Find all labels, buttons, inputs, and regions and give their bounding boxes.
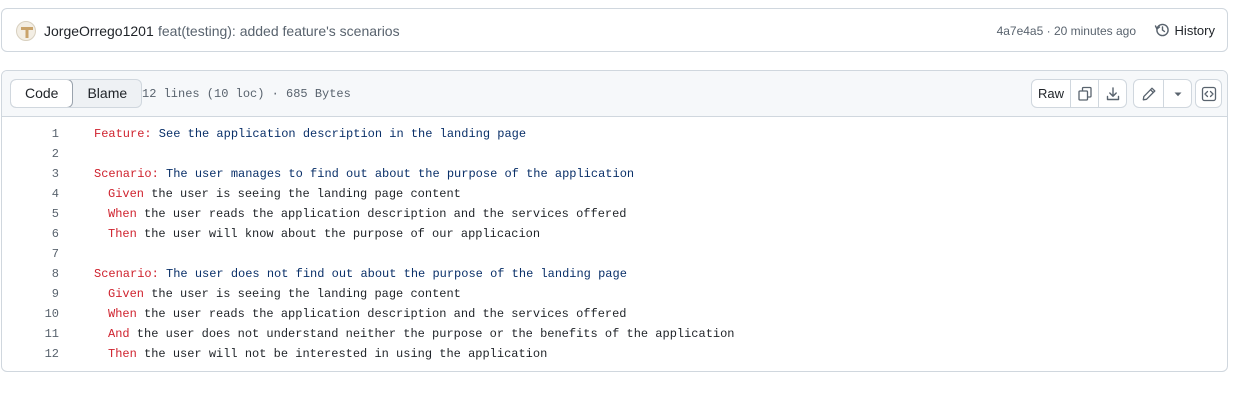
commit-author-link[interactable]: JorgeOrrego1201 xyxy=(44,23,154,39)
commit-message-link[interactable]: feat(testing): added feature's scenarios xyxy=(158,23,400,39)
line-number[interactable]: 5 xyxy=(2,204,59,224)
gherkin-text: the user is seeing the landing page cont… xyxy=(144,187,461,201)
code-line: 5 When the user reads the application des… xyxy=(2,204,1227,224)
code-line: 1 Feature: See the application descriptio… xyxy=(2,124,1227,144)
line-number[interactable]: 9 xyxy=(2,284,59,304)
gherkin-text: See the application description in the l… xyxy=(151,127,527,141)
history-button[interactable]: History xyxy=(1154,22,1215,38)
raw-actions-group: Raw xyxy=(1031,79,1127,108)
history-icon xyxy=(1154,23,1169,37)
download-icon xyxy=(1106,86,1119,100)
tab-code[interactable]: Code xyxy=(11,80,74,107)
code-line: 4 Given the user is seeing the landing pa… xyxy=(2,184,1227,204)
symbols-panel-button[interactable] xyxy=(1195,79,1222,108)
gherkin-text: the user does not understand neither the… xyxy=(129,327,735,341)
file-viewer: Code Blame 12 lines (10 loc) · 685 Bytes… xyxy=(1,70,1228,372)
triangle-down-icon xyxy=(1174,92,1181,96)
code-line: 7 xyxy=(2,244,1227,264)
gherkin-keyword: And xyxy=(108,327,130,341)
code-line: 11 And the user does not understand neith… xyxy=(2,324,1227,344)
gherkin-text: the user will know about the purpose of … xyxy=(136,227,541,241)
gherkin-keyword: When xyxy=(108,207,137,221)
gherkin-keyword: Scenario: xyxy=(94,267,159,281)
view-mode-toggle: Code Blame xyxy=(10,79,143,108)
line-number[interactable]: 8 xyxy=(2,264,59,284)
code-line: 8 Scenario: The user does not find out ab… xyxy=(2,264,1227,284)
code-line-text: Then the user will not be interested in … xyxy=(94,344,547,364)
line-number[interactable]: 6 xyxy=(2,224,59,244)
code-line: 6 Then the user will know about the purpo… xyxy=(2,224,1227,244)
line-number[interactable]: 2 xyxy=(2,144,59,164)
gherkin-keyword: Feature: xyxy=(94,127,152,141)
code-line-text: Then the user will know about the purpos… xyxy=(94,224,540,244)
code-line-text: Scenario: The user does not find out abo… xyxy=(94,264,627,284)
latest-commit-bar: JorgeOrrego1201 feat(testing): added fea… xyxy=(1,8,1228,52)
gherkin-keyword: When xyxy=(108,307,137,321)
code-line-text: Feature: See the application description… xyxy=(94,124,526,144)
code-line-text: And the user does not understand neither… xyxy=(94,324,735,344)
line-number[interactable]: 3 xyxy=(2,164,59,184)
raw-button[interactable]: Raw xyxy=(1032,80,1071,107)
code-line-text: Given the user is seeing the landing pag… xyxy=(94,184,461,204)
gherkin-text: The user does not find out about the pur… xyxy=(158,267,627,281)
code-line-text: Scenario: The user manages to find out a… xyxy=(94,164,634,184)
code-line: 2 xyxy=(2,144,1227,164)
gherkin-keyword: Given xyxy=(108,287,145,301)
copy-raw-button[interactable] xyxy=(1071,80,1099,107)
line-number[interactable]: 1 xyxy=(2,124,59,144)
line-number[interactable]: 12 xyxy=(2,344,59,364)
tab-blame[interactable]: Blame xyxy=(73,80,141,107)
code-line: 3 Scenario: The user manages to find out … xyxy=(2,164,1227,184)
download-button[interactable] xyxy=(1099,80,1126,107)
copy-icon xyxy=(1077,86,1092,101)
line-number[interactable]: 4 xyxy=(2,184,59,204)
gherkin-text: the user reads the application descripti… xyxy=(136,307,627,321)
edit-file-button[interactable] xyxy=(1134,80,1164,107)
code-line-text: When the user reads the application desc… xyxy=(94,204,627,224)
code-line: 9 Given the user is seeing the landing pa… xyxy=(2,284,1227,304)
gherkin-keyword: Given xyxy=(108,187,145,201)
gherkin-text: the user reads the application descripti… xyxy=(136,207,627,221)
code-line: 10 When the user reads the application de… xyxy=(2,304,1227,324)
edit-options-dropdown[interactable] xyxy=(1164,80,1191,107)
gherkin-keyword: Scenario: xyxy=(94,167,159,181)
line-number[interactable]: 11 xyxy=(2,324,59,344)
code-line-text: When the user reads the application desc… xyxy=(94,304,627,324)
author-avatar[interactable] xyxy=(16,21,36,41)
code-view[interactable]: 1 Feature: See the application descriptio… xyxy=(2,124,1227,364)
code-line-text: Given the user is seeing the landing pag… xyxy=(94,284,461,304)
gherkin-keyword: Then xyxy=(108,227,137,241)
gherkin-keyword: Then xyxy=(108,347,137,361)
pencil-icon xyxy=(1142,87,1155,100)
gherkin-text: The user manages to find out about the p… xyxy=(158,167,635,181)
edit-actions-group xyxy=(1133,79,1192,108)
line-number[interactable]: 10 xyxy=(2,304,59,324)
code-square-icon xyxy=(1201,86,1216,101)
code-line: 12 Then the user will not be interested i… xyxy=(2,344,1227,364)
commit-sha-and-time[interactable]: 4a7e4a5 · 20 minutes ago xyxy=(997,24,1136,38)
line-number[interactable]: 7 xyxy=(2,244,59,264)
file-header: Code Blame 12 lines (10 loc) · 685 Bytes… xyxy=(2,71,1227,117)
gherkin-text: the user will not be interested in using… xyxy=(136,347,548,361)
gherkin-text: the user is seeing the landing page cont… xyxy=(144,287,461,301)
file-info: 12 lines (10 loc) · 685 Bytes xyxy=(142,87,351,101)
history-label: History xyxy=(1174,22,1215,38)
